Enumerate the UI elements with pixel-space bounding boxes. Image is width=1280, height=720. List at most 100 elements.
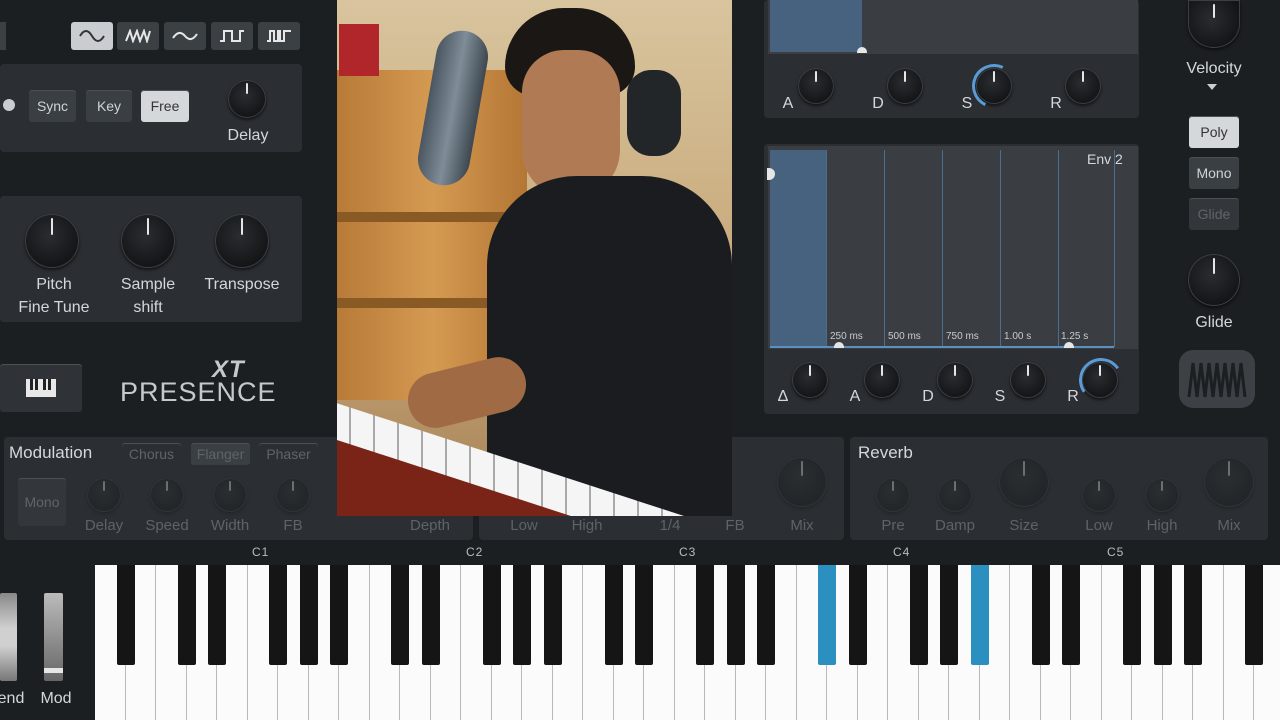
octave-label: C5 (1107, 545, 1125, 559)
velocity-dropdown-icon[interactable] (1207, 84, 1217, 90)
mono-fx-button[interactable]: Mono (18, 478, 66, 526)
black-key[interactable] (1031, 565, 1050, 665)
black-key[interactable] (757, 565, 775, 665)
black-key[interactable] (604, 565, 623, 665)
delay-mix-label: Mix (790, 517, 814, 534)
sample-label-2: shift (133, 299, 163, 316)
env2-baseline (770, 346, 1114, 348)
black-key[interactable] (1123, 565, 1141, 665)
pitch-bend-wheel[interactable] (0, 593, 17, 681)
sample-shift-knob[interactable] (121, 214, 175, 268)
black-key[interactable] (177, 565, 196, 665)
black-key[interactable] (1184, 565, 1202, 665)
black-key[interactable] (1062, 565, 1080, 665)
key-button[interactable]: Key (86, 90, 132, 122)
tab-chorus[interactable]: Chorus (122, 443, 181, 465)
random-wave-icon[interactable] (117, 22, 159, 50)
env2-s-label: S (994, 388, 1006, 405)
black-key[interactable] (482, 565, 501, 665)
black-key[interactable] (1245, 565, 1263, 665)
tab-phaser[interactable]: Phaser (259, 443, 318, 465)
pitch-fine-tune-knob[interactable] (25, 214, 79, 268)
pitch-label-1: Pitch (36, 276, 72, 293)
black-key[interactable] (543, 565, 562, 665)
env2-time-label: 500 ms (888, 331, 921, 342)
env2-delta-knob[interactable] (792, 362, 828, 398)
env1-handle[interactable] (857, 47, 867, 53)
black-key[interactable] (726, 565, 745, 665)
env2-grid (884, 150, 885, 347)
env2-title: Env 2 (1087, 151, 1123, 167)
mod-width-label: Width (210, 517, 250, 534)
black-key[interactable] (208, 565, 226, 665)
square-wave-icon[interactable] (211, 22, 253, 50)
env1-release-knob[interactable] (1065, 68, 1101, 104)
lfo-delay-knob[interactable] (228, 80, 266, 118)
left-edge-button[interactable] (0, 22, 6, 50)
mod-delay-knob[interactable] (87, 478, 121, 512)
black-key[interactable] (269, 565, 287, 665)
env1-decay-knob[interactable] (887, 68, 923, 104)
env2-attack-knob[interactable] (864, 362, 900, 398)
reverb-title: Reverb (858, 443, 913, 462)
black-key[interactable] (116, 565, 135, 665)
env2-grid (826, 150, 827, 347)
glide-mode-button[interactable]: Glide (1189, 198, 1239, 230)
env2-handle[interactable] (834, 342, 844, 348)
mod-width-knob[interactable] (213, 478, 247, 512)
env1-attack-knob[interactable] (798, 68, 834, 104)
reverb-size-knob[interactable] (999, 457, 1049, 507)
glide-knob[interactable] (1188, 254, 1240, 306)
black-key[interactable] (330, 565, 348, 665)
mod-wheel-label: Mod (40, 690, 72, 707)
env2-handle[interactable] (1064, 342, 1074, 348)
delay-high-label: High (571, 517, 603, 534)
pitch-bend-label: end (0, 690, 25, 707)
sine-wave-icon[interactable] (71, 22, 113, 50)
piano-keyboard[interactable] (95, 565, 1280, 720)
black-key[interactable] (970, 565, 989, 665)
black-key[interactable] (1153, 565, 1172, 665)
reverb-pre-knob[interactable] (876, 478, 910, 512)
env2-sustain-knob[interactable] (1010, 362, 1046, 398)
pulse-wave-icon[interactable] (258, 22, 300, 50)
env1-r-label: R (1050, 95, 1062, 112)
transpose-label: Transpose (204, 276, 280, 293)
poly-button[interactable]: Poly (1189, 116, 1239, 148)
env1-a-label: A (782, 95, 794, 112)
black-key[interactable] (848, 565, 867, 665)
black-key[interactable] (940, 565, 958, 665)
sync-button[interactable]: Sync (29, 90, 76, 122)
delay-mix-knob[interactable] (777, 457, 827, 507)
keyboard-view-button[interactable] (0, 364, 82, 412)
env2-grid (942, 150, 943, 347)
velocity-knob[interactable] (1188, 0, 1240, 48)
black-key[interactable] (299, 565, 318, 665)
black-key[interactable] (696, 565, 714, 665)
delay-fb-label: FB (725, 517, 745, 534)
modulation-title: Modulation (9, 443, 93, 462)
black-key[interactable] (513, 565, 531, 665)
reverb-low-knob[interactable] (1082, 478, 1116, 512)
black-key[interactable] (909, 565, 928, 665)
black-key[interactable] (818, 565, 836, 665)
env2-time-label: 750 ms (946, 331, 979, 342)
black-key[interactable] (635, 565, 653, 665)
triangle-wave-icon[interactable] (164, 22, 206, 50)
mono-button[interactable]: Mono (1189, 157, 1239, 189)
black-key[interactable] (421, 565, 440, 665)
webcam-overlay (337, 0, 732, 516)
lfo-led (3, 99, 15, 111)
transpose-knob[interactable] (215, 214, 269, 268)
octave-label: C1 (252, 545, 270, 559)
reverb-damp-knob[interactable] (938, 478, 972, 512)
reverb-mix-knob[interactable] (1204, 457, 1254, 507)
delay-time-label: 1/4 (659, 517, 681, 534)
reverb-high-knob[interactable] (1145, 478, 1179, 512)
tab-flanger[interactable]: Flanger (191, 443, 250, 465)
mod-speed-knob[interactable] (150, 478, 184, 512)
env2-decay-knob[interactable] (937, 362, 973, 398)
mod-fb-knob[interactable] (276, 478, 310, 512)
free-button[interactable]: Free (141, 90, 189, 122)
black-key[interactable] (391, 565, 409, 665)
